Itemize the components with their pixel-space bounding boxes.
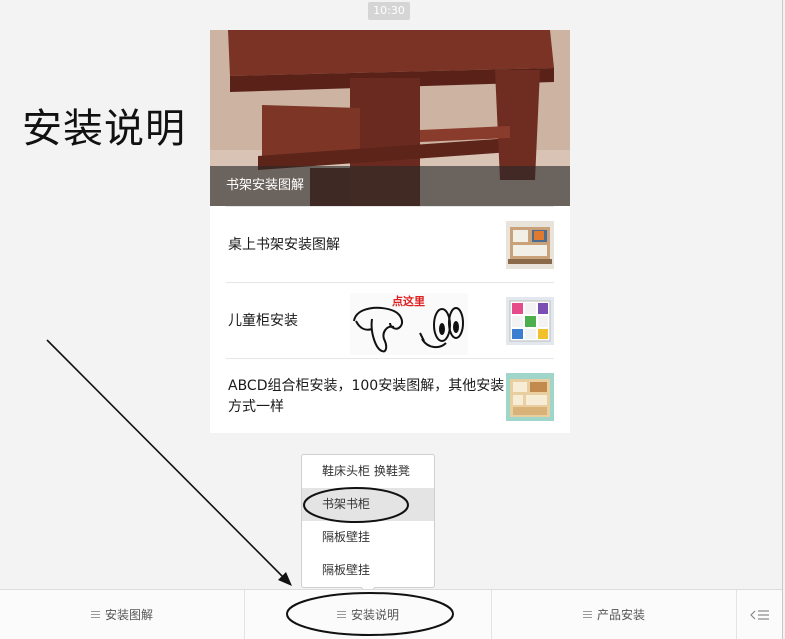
menu-button-install-diagram[interactable]: 安装图解 xyxy=(0,590,245,639)
kids-cabinet-thumbnail xyxy=(506,297,554,345)
submenu-item[interactable]: 鞋床头柜 换鞋凳 xyxy=(302,455,434,488)
submenu-item[interactable]: 隔板壁挂 xyxy=(302,521,434,554)
bottom-menu-bar: 安装图解 安装说明 产品安装 xyxy=(0,589,782,639)
submenu-item-selected[interactable]: 书架书柜 xyxy=(302,488,434,521)
menu-button-install-notes[interactable]: 安装说明 xyxy=(245,590,492,639)
click-here-hint: 点这里 xyxy=(350,293,468,355)
submenu-popup: 鞋床头柜 换鞋凳 书架书柜 隔板壁挂 隔板壁挂 xyxy=(301,454,435,596)
hint-label: 点这里 xyxy=(392,295,425,308)
annotation-heading: 安装说明 xyxy=(22,106,186,152)
combo-cabinet-thumbnail xyxy=(506,373,554,421)
keyboard-switch-button[interactable] xyxy=(737,590,782,639)
cover-image[interactable]: 书架安装图解 xyxy=(210,30,570,206)
list-item[interactable]: ABCD组合柜安装，100安装图解，其他安装方式一样 xyxy=(226,358,554,434)
window-right-border xyxy=(782,0,783,639)
annotation-arrowhead xyxy=(278,572,292,586)
menu-button-label: 安装说明 xyxy=(350,608,399,622)
menu-lines-icon xyxy=(336,611,346,618)
keyboard-switch-icon xyxy=(749,609,769,620)
item-title[interactable]: 桌上书架安装图解 xyxy=(228,207,506,283)
menu-button-label: 产品安装 xyxy=(596,608,645,622)
cover-caption[interactable]: 书架安装图解 xyxy=(210,166,570,206)
menu-button-label: 安装图解 xyxy=(104,608,153,622)
menu-button-product-install[interactable]: 产品安装 xyxy=(492,590,737,639)
list-item[interactable]: 桌上书架安装图解 xyxy=(226,206,554,282)
item-title[interactable]: ABCD组合柜安装，100安装图解，其他安装方式一样 xyxy=(228,359,506,435)
menu-lines-icon xyxy=(90,611,100,618)
article-card[interactable]: 书架安装图解 桌上书架安装图解 儿童柜安装 ABCD组合柜安装，100安装图解，… xyxy=(210,30,570,433)
menu-lines-icon xyxy=(582,611,592,618)
desk-bookshelf-thumbnail xyxy=(506,221,554,269)
time-badge: 10:30 xyxy=(368,2,410,20)
